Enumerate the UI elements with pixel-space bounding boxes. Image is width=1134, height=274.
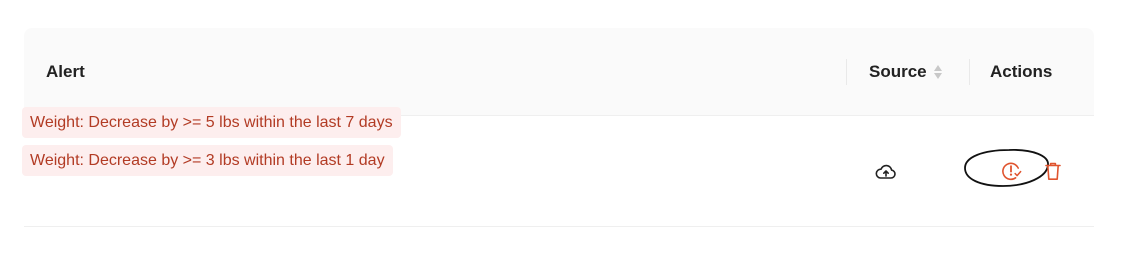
alert-tag-label: Weight: Decrease by >= 3 lbs within the …	[30, 151, 385, 169]
column-divider	[969, 59, 970, 85]
column-header-source-label: Source	[869, 61, 927, 81]
column-header-actions-label: Actions	[990, 61, 1053, 81]
sort-descending-icon[interactable]	[933, 72, 942, 79]
column-header-source[interactable]: Source	[869, 28, 942, 115]
sort-ascending-icon[interactable]	[933, 64, 942, 71]
cloud-upload-icon	[875, 164, 896, 179]
acknowledge-alert-icon[interactable]	[1000, 160, 1022, 182]
alert-tag: Weight: Decrease by >= 3 lbs within the …	[22, 145, 393, 176]
sort-icon[interactable]	[933, 64, 942, 79]
column-header-alert-label: Alert	[46, 61, 85, 81]
column-divider	[846, 59, 847, 85]
alert-tag: Weight: Decrease by >= 5 lbs within the …	[22, 107, 401, 138]
alert-tag-label: Weight: Decrease by >= 5 lbs within the …	[30, 113, 393, 131]
delete-icon[interactable]	[1042, 160, 1064, 182]
column-header-alert: Alert	[46, 28, 85, 115]
column-header-actions: Actions	[990, 28, 1052, 115]
table-header: Alert Source Actions	[24, 28, 1094, 116]
